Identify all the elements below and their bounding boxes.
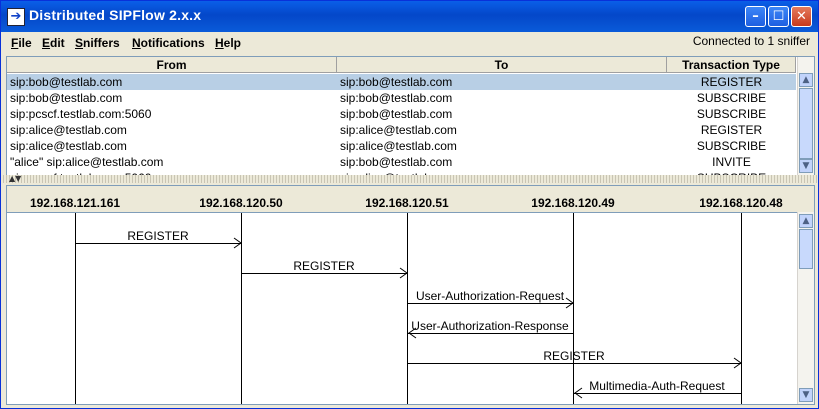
app-window: ➔ Distributed SIPFlow 2.x.x – ☐ ✕ File E…	[0, 0, 819, 409]
menu-notifications-mnemonic: N	[132, 36, 141, 50]
message-arrow[interactable]	[75, 243, 241, 244]
scroll-down-icon[interactable]: ▼	[799, 388, 813, 402]
connection-status: Connected to 1 sniffer	[692, 34, 810, 48]
menu-help-mnemonic: H	[215, 36, 224, 50]
table-cell-type: SUBSCRIBE	[696, 107, 767, 121]
table-cell-to: sip:bob@testlab.com	[340, 107, 453, 121]
menu-edit-label: dit	[50, 36, 65, 50]
menu-notifications-label: otifications	[140, 36, 205, 50]
host-label: 192.168.121.161	[29, 196, 121, 210]
host-label: 192.168.120.49	[531, 196, 615, 210]
host-lifeline	[741, 213, 742, 404]
table-cell-from: sip:bob@testlab.com	[10, 75, 123, 89]
maximize-button[interactable]: ☐	[768, 6, 789, 27]
message-label: REGISTER	[543, 349, 605, 363]
column-header-from[interactable]: From	[7, 57, 337, 73]
arrowhead-icon	[399, 267, 408, 279]
host-lifeline	[407, 213, 408, 404]
table-cell-type: SUBSCRIBE	[696, 91, 767, 105]
splitter-arrows-icon[interactable]: ▲▼	[9, 174, 21, 183]
maximize-icon: ☐	[772, 9, 785, 24]
table-cell-from: "alice" sip:alice@testlab.com	[10, 155, 164, 169]
scroll-up-icon[interactable]: ▲	[799, 214, 813, 228]
title-bar[interactable]: ➔ Distributed SIPFlow 2.x.x – ☐ ✕	[1, 1, 818, 32]
arrowhead-icon	[233, 237, 242, 249]
menu-sniffers-label: niffers	[83, 36, 120, 50]
host-label: 192.168.120.51	[365, 196, 449, 210]
scroll-thumb[interactable]	[799, 88, 813, 159]
table-cell-type: REGISTER	[700, 75, 763, 89]
table-cell-from: sip:bob@testlab.com	[10, 91, 123, 105]
arrow-right-icon: ➔	[7, 8, 25, 26]
menu-sniffers-mnemonic: S	[75, 36, 84, 50]
column-header-transaction-type[interactable]: Transaction Type	[667, 57, 796, 73]
table-cell-type: SUBSCRIBE	[696, 139, 767, 153]
message-arrow[interactable]	[407, 363, 741, 364]
column-header-to[interactable]: To	[337, 57, 667, 73]
menu-notifications[interactable]: Notifications	[132, 36, 205, 50]
menu-edit-mnemonic: E	[42, 36, 51, 50]
table-row[interactable]: sip:bob@testlab.com sip:bob@testlab.com RE…	[7, 74, 796, 90]
table-cell-type: INVITE	[712, 155, 751, 169]
message-label: User-Authorization-Request	[415, 289, 565, 303]
menu-help[interactable]: Help	[215, 36, 241, 50]
scroll-up-icon[interactable]: ▲	[799, 73, 813, 87]
table-cell-from: sip:pcscf.testlab.com:5060	[10, 107, 152, 121]
table-cell-to: sip:bob@testlab.com	[340, 155, 453, 169]
host-label: 192.168.120.48	[699, 196, 783, 210]
pane-splitter[interactable]	[1, 175, 818, 183]
message-arrow[interactable]	[407, 333, 573, 334]
window-title: Distributed SIPFlow 2.x.x	[29, 7, 202, 23]
call-flow-pane: 192.168.121.161 192.168.120.50 192.168.1…	[6, 185, 815, 405]
table-row[interactable]: "alice" sip:alice@testlab.com sip:bob@tes…	[7, 154, 796, 170]
table-cell-to: sip:bob@testlab.com	[340, 75, 453, 89]
host-label: 192.168.120.50	[199, 196, 283, 210]
table-cell-to: sip:alice@testlab.com	[340, 123, 457, 137]
flow-scrollbar[interactable]: ▲ ▼	[797, 212, 814, 404]
table-cell-from: sip:alice@testlab.com	[10, 123, 127, 137]
menu-sniffers[interactable]: Sniffers	[75, 36, 120, 50]
host-header: 192.168.121.161 192.168.120.50 192.168.1…	[7, 186, 814, 213]
table-cell-to: sip:alice@testlab.com	[340, 139, 457, 153]
message-arrow[interactable]	[407, 303, 573, 304]
table-row[interactable]: sip:bob@testlab.com sip:bob@testlab.com SU…	[7, 90, 796, 106]
close-button[interactable]: ✕	[791, 6, 812, 27]
menu-file-label: ile	[18, 36, 32, 50]
message-label: REGISTER	[293, 259, 355, 273]
arrowhead-icon	[733, 357, 742, 369]
table-row[interactable]: sip:pcscf.testlab.com:5060 sip:bob@testla…	[7, 106, 796, 122]
sequence-diagram: REGISTER REGISTER User-Authorization-Reque…	[7, 213, 794, 404]
minimize-icon: –	[752, 9, 759, 24]
minimize-button[interactable]: –	[745, 6, 766, 27]
menu-file[interactable]: File	[11, 36, 32, 50]
table-row[interactable]: sip:alice@testlab.com sip:alice@testlab.c…	[7, 138, 796, 154]
transaction-table: From To Transaction Type sip:bob@testlab…	[6, 56, 815, 176]
table-cell-from: sip:alice@testlab.com	[10, 139, 127, 153]
arrowhead-icon	[565, 297, 574, 309]
message-label: Multimedia-Auth-Request	[589, 379, 725, 393]
message-arrow[interactable]	[241, 273, 407, 274]
message-label: REGISTER	[127, 229, 189, 243]
message-label: User-Authorization-Response	[411, 319, 569, 333]
menu-help-label: elp	[223, 36, 242, 50]
table-cell-type: REGISTER	[700, 123, 763, 137]
menu-bar: File Edit Sniffers Notifications Help Co…	[1, 32, 818, 55]
arrowhead-icon	[574, 387, 583, 399]
message-arrow[interactable]	[573, 393, 741, 394]
table-scrollbar[interactable]: ▲ ▼	[797, 57, 814, 175]
table-row[interactable]: sip:alice@testlab.com sip:alice@testlab.c…	[7, 122, 796, 138]
host-lifeline	[75, 213, 76, 404]
scroll-down-icon[interactable]: ▼	[799, 159, 813, 173]
scroll-thumb[interactable]	[799, 229, 813, 269]
menu-edit[interactable]: Edit	[42, 36, 65, 50]
close-icon: ✕	[796, 9, 807, 24]
table-cell-to: sip:bob@testlab.com	[340, 91, 453, 105]
